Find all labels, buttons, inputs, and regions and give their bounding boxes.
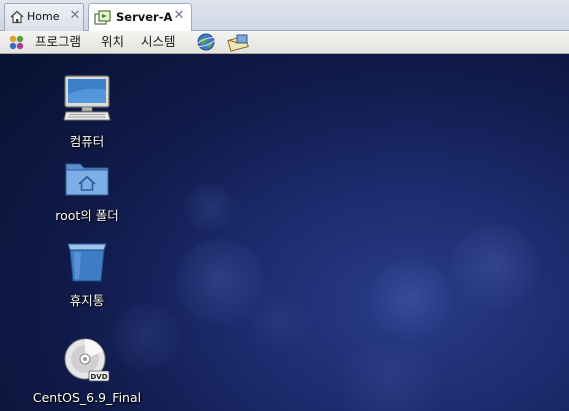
vm-tab-bar: Home ✕ Server-A ✕	[0, 0, 569, 32]
wallpaper-bubble	[368, 259, 452, 343]
wallpaper-bubble	[330, 344, 450, 411]
places-menu[interactable]: 위치	[101, 33, 124, 51]
tab-home[interactable]: Home ✕	[4, 3, 84, 31]
home-folder-icon	[27, 158, 147, 202]
tab-server-a-close-icon[interactable]: ✕	[172, 8, 186, 24]
tab-server-a[interactable]: Server-A ✕	[88, 3, 192, 32]
mail-client-icon[interactable]	[227, 32, 251, 56]
web-browser-icon[interactable]	[195, 32, 217, 56]
computer-icon	[27, 74, 147, 128]
desktop-icon-dvd[interactable]: DVD CentOS_6.9_Final	[27, 337, 147, 405]
applications-menu[interactable]: 프로그램	[35, 33, 81, 51]
vm-icon	[94, 10, 112, 29]
applications-menu-icon[interactable]	[7, 34, 27, 56]
wallpaper-bubble	[250, 294, 310, 354]
desktop-icon-trash-label: 휴지통	[69, 293, 105, 308]
system-menu[interactable]: 시스템	[141, 33, 176, 51]
tab-server-a-label: Server-A	[116, 10, 173, 24]
vm-screen: Home ✕ Server-A ✕ 프로그램 위치 시스템 컴퓨터 root의 …	[0, 0, 569, 411]
tab-home-label: Home	[27, 10, 60, 23]
desktop-icon-trash[interactable]: 휴지통	[27, 239, 147, 309]
desktop-icon-dvd-label: CentOS_6.9_Final	[32, 390, 142, 405]
desktop-icon-computer-label: 컴퓨터	[69, 134, 105, 149]
trash-icon	[27, 239, 147, 287]
desktop-icon-home-folder-label: root의 폴더	[55, 208, 119, 223]
dvd-badge: DVD	[90, 373, 107, 381]
desktop-icon-home-folder[interactable]: root의 폴더	[27, 158, 147, 224]
gnome-top-panel: 프로그램 위치 시스템	[0, 31, 569, 54]
wallpaper-bubble	[450, 224, 540, 314]
desktop-icon-computer[interactable]: 컴퓨터	[27, 74, 147, 150]
home-icon	[10, 10, 24, 27]
wallpaper-bubble	[185, 184, 235, 234]
tab-home-close-icon[interactable]: ✕	[68, 8, 82, 24]
desktop[interactable]: 컴퓨터 root의 폴더 휴지통 DVD CentOS_6.9_Final	[0, 54, 569, 411]
dvd-icon: DVD	[27, 337, 147, 387]
